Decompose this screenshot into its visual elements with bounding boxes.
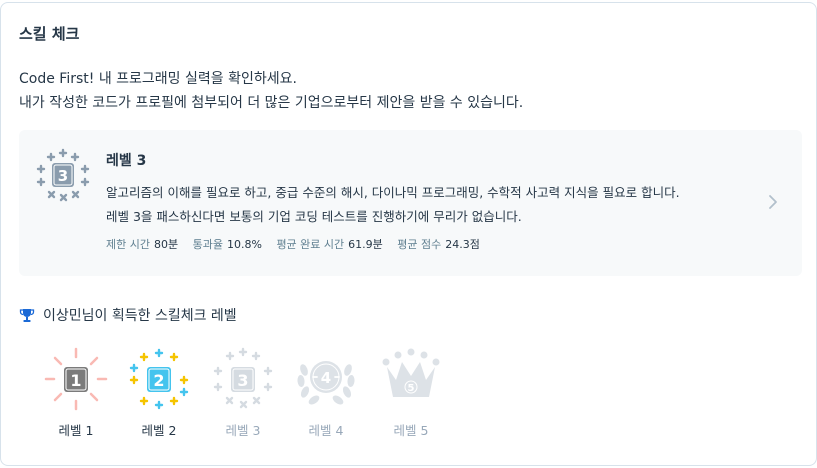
badge-level-4: 4 레벨 4 xyxy=(289,346,363,439)
level-5-badge-number: 5 xyxy=(408,383,415,394)
intro-text: Code First! 내 프로그래밍 실력을 확인하세요. 내가 작성한 코드… xyxy=(19,67,523,115)
stat-avg-score: 평균 점수 24.3점 xyxy=(397,238,480,251)
chevron-right-icon[interactable] xyxy=(766,192,780,212)
stat-avg-completion-time: 평균 완료 시간 61.9분 xyxy=(276,238,383,251)
level-2-badge-icon: 2 xyxy=(129,348,189,410)
level-3-locked-badge-icon: 3 xyxy=(213,347,273,409)
level-1-badge-number: 1 xyxy=(70,371,81,390)
level-desc-line-1: 알고리즘의 이해를 필요로 하고, 중급 수준의 해시, 다이나믹 프로그래밍,… xyxy=(106,185,680,200)
level-1-badge-icon: 1 xyxy=(44,347,108,411)
badge-level-1-label: 레벨 1 xyxy=(58,423,94,438)
level-3-badge-icon: 3 xyxy=(36,148,90,202)
intro-line-2: 내가 작성한 코드가 프로필에 첨부되어 더 많은 기업으로부터 제안을 받을 … xyxy=(19,95,524,111)
badge-level-3-label: 레벨 3 xyxy=(225,423,261,438)
stat-time-limit: 제한 시간 80분 xyxy=(106,238,179,251)
level-3-badge-number: 3 xyxy=(58,167,68,185)
badge-level-2-label: 레벨 2 xyxy=(141,423,177,438)
badge-level-4-label: 레벨 4 xyxy=(308,423,344,438)
badge-level-5: 5 레벨 5 xyxy=(374,346,448,439)
level-badges: 1 레벨 1 2 레벨 2 3 레벨 3 4 레벨 4 5 레벨 5 xyxy=(39,346,459,446)
level-desc-line-2: 레벨 3을 패스하신다면 보통의 기업 코딩 테스트를 진행하기에 무리가 없습… xyxy=(106,209,522,224)
current-level-name: 레벨 3 xyxy=(106,153,147,169)
level-4-badge-number: 4 xyxy=(321,369,331,387)
stat-pass-rate: 통과율 10.8% xyxy=(192,238,262,251)
current-level-description: 알고리즘의 이해를 필요로 하고, 중급 수준의 해시, 다이나믹 프로그래밍,… xyxy=(106,181,680,229)
badge-level-5-label: 레벨 5 xyxy=(393,423,429,438)
badge-level-3: 3 레벨 3 xyxy=(206,346,280,439)
level-5-crown-badge-icon: 5 xyxy=(382,348,440,397)
intro-line-1: Code First! 내 프로그래밍 실력을 확인하세요. xyxy=(19,71,297,87)
level-4-laurel-badge-icon: 4 xyxy=(297,361,355,405)
earned-levels-title: 이상민님이 획득한 스킬체크 레벨 xyxy=(43,308,237,324)
level-stats: 제한 시간 80분 통과율 10.8% 평균 완료 시간 61.9분 평균 점수 24.… xyxy=(106,236,491,252)
current-level-card[interactable]: 3 레벨 3 알고리즘의 이해를 필요로 하고, 중급 수준의 해시, 다이나믹… xyxy=(19,130,802,276)
level-3-locked-badge-number: 3 xyxy=(237,371,248,390)
earned-levels-heading: 이상민님이 획득한 스킬체크 레벨 xyxy=(19,305,237,325)
badge-level-1: 1 레벨 1 xyxy=(39,346,113,439)
skill-check-card: 스킬 체크 Code First! 내 프로그래밍 실력을 확인하세요. 내가 … xyxy=(0,2,817,466)
trophy-icon xyxy=(19,309,35,322)
level-2-badge-number: 2 xyxy=(153,371,164,390)
badge-level-2: 2 레벨 2 xyxy=(122,346,196,439)
section-title: 스킬 체크 xyxy=(19,25,80,43)
